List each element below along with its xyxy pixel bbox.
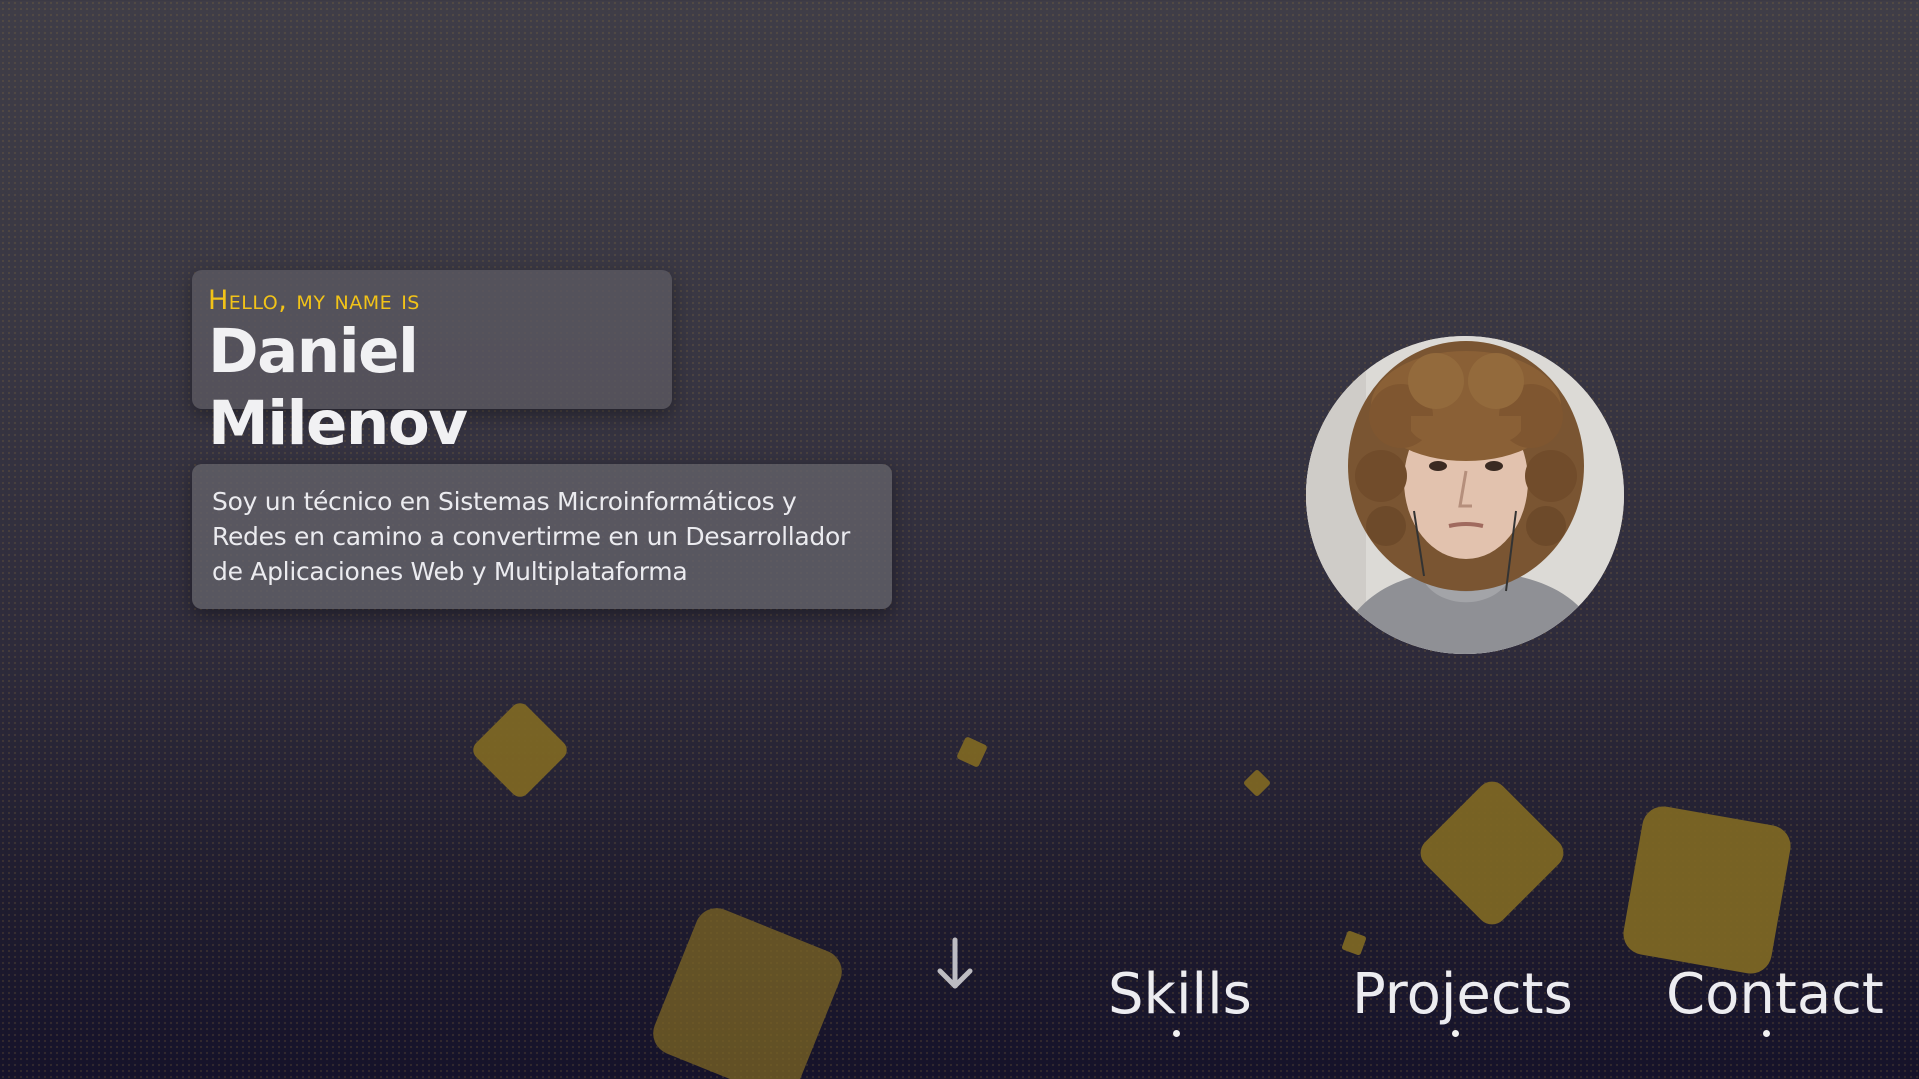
- greeting-card: Hello, my name is Daniel Milenov: [192, 270, 672, 459]
- greeting-text: Hello, my name is: [208, 285, 420, 316]
- decorative-diamond: [1620, 803, 1794, 977]
- hero-name: Daniel Milenov: [208, 316, 468, 459]
- about-text: Soy un técnico en Sistemas Microinformát…: [212, 487, 850, 586]
- nav-link-projects[interactable]: Projects: [1352, 955, 1573, 1035]
- nav-indicator-dot: [1763, 1030, 1770, 1037]
- nav-indicator-dot: [1452, 1030, 1459, 1037]
- decorative-diamond: [1341, 930, 1367, 956]
- nav-link-skills[interactable]: Skills: [1108, 955, 1252, 1035]
- profile-photo: [1306, 336, 1624, 654]
- about-card: Soy un técnico en Sistemas Microinformát…: [192, 464, 892, 609]
- nav-link-contact[interactable]: Contact: [1666, 955, 1884, 1035]
- profile-photo-illustration: [1306, 336, 1624, 654]
- decorative-diamond: [956, 736, 988, 768]
- decorative-diamond: [469, 699, 571, 801]
- main-navigation: Skills Projects Contact: [0, 955, 1919, 1055]
- nav-indicator-dot: [1173, 1030, 1180, 1037]
- decorative-diamond: [1242, 768, 1272, 798]
- decorative-diamond: [1414, 775, 1570, 931]
